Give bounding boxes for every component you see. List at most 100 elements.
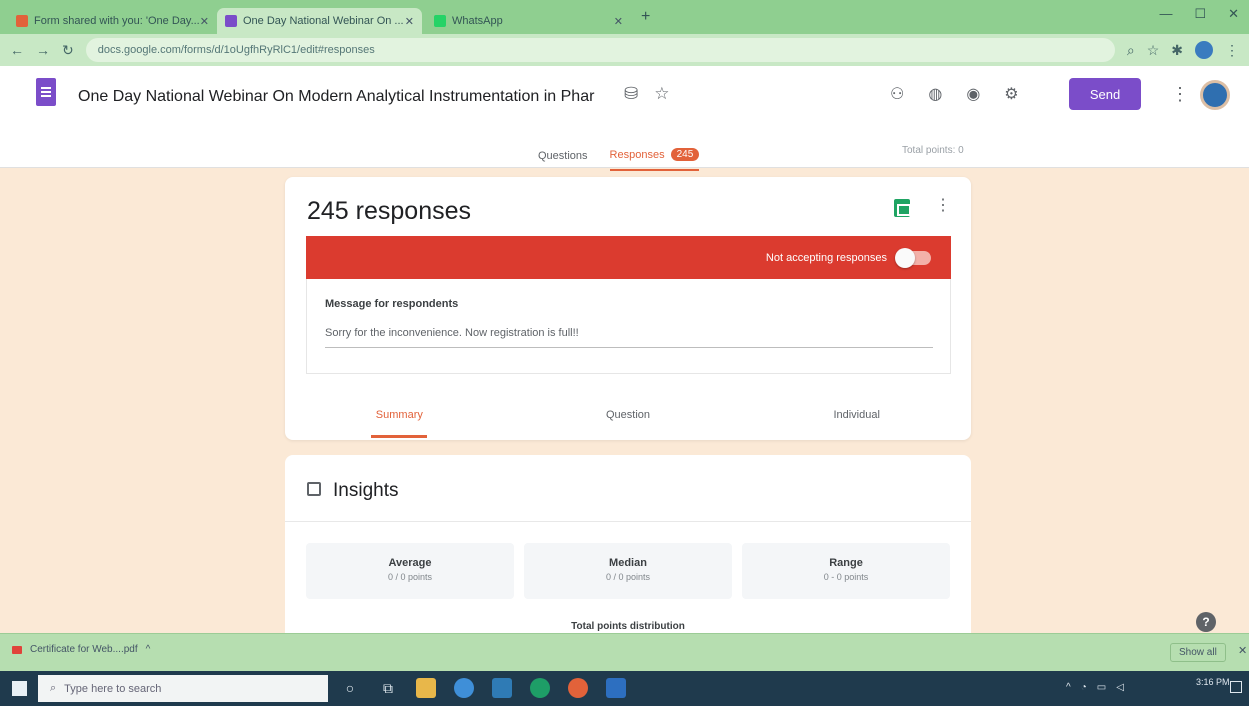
notification-icon[interactable] <box>1230 681 1242 693</box>
stat-value: 0 - 0 points <box>823 572 869 582</box>
message-input[interactable]: Sorry for the inconvenience. Now registr… <box>325 327 933 348</box>
tab-individual[interactable]: Individual <box>742 409 971 438</box>
insights-icon <box>307 482 321 496</box>
show-all-button[interactable]: Show all <box>1170 643 1226 662</box>
accepting-responses-toggle[interactable] <box>895 247 931 268</box>
stat-label: Average <box>388 557 432 569</box>
download-bar: Certificate for Web....pdf ^ Show all ✕ <box>0 633 1249 671</box>
browser-menu-icon[interactable]: ⋮ <box>1225 42 1239 59</box>
send-button[interactable]: Send <box>1069 78 1141 110</box>
preview-eye-icon[interactable]: ◉ <box>966 84 980 104</box>
chrome-icon[interactable] <box>530 678 550 698</box>
stat-range: Range 0 - 0 points <box>742 543 950 599</box>
tab-close-icon[interactable]: ✕ <box>614 15 623 28</box>
tab-favicon-icon <box>434 15 446 27</box>
browser-tab-bar: Form shared with you: 'One Day... ✕ One … <box>0 0 1249 34</box>
tab-close-icon[interactable]: ✕ <box>405 15 414 28</box>
insights-card: Insights Average 0 / 0 points Median 0 /… <box>285 455 971 645</box>
message-label: Message for respondents <box>325 298 459 310</box>
cortana-icon[interactable]: ○ <box>340 678 360 698</box>
new-tab-button[interactable]: + <box>641 8 650 26</box>
search-placeholder: Type here to search <box>64 682 162 695</box>
divider <box>285 521 971 522</box>
tab-responses-label: Responses <box>609 148 665 161</box>
tab-title: WhatsApp <box>452 15 503 27</box>
tab-favicon-icon <box>16 15 28 27</box>
close-window-icon[interactable]: ✕ <box>1228 6 1239 22</box>
tab-responses[interactable]: Responses 245 <box>609 148 700 171</box>
browser-tab[interactable]: WhatsApp ✕ <box>426 8 631 34</box>
stat-value: 0 / 0 points <box>605 572 651 582</box>
responses-card: 245 responses ⋮ Not accepting responses … <box>285 177 971 440</box>
window-controls: — ☐ ✕ <box>1159 6 1239 22</box>
network-icon[interactable]: ◔ <box>1081 682 1087 693</box>
minimize-icon[interactable]: — <box>1159 6 1172 22</box>
search-icon: ⌕ <box>50 682 57 694</box>
stat-average: Average 0 / 0 points <box>306 543 514 599</box>
avatar[interactable] <box>1200 80 1230 110</box>
file-explorer-icon[interactable] <box>416 678 436 698</box>
more-options-icon[interactable]: ⋮ <box>1171 84 1189 105</box>
star-icon[interactable]: ☆ <box>654 84 669 104</box>
download-filename: Certificate for Web....pdf <box>30 644 138 655</box>
total-points: Total points: 0 <box>902 145 964 156</box>
message-box: Message for respondents Sorry for the in… <box>306 279 951 374</box>
insights-title: Insights <box>333 480 399 501</box>
volume-icon[interactable]: ◁ <box>1116 682 1124 693</box>
word-icon[interactable] <box>606 678 626 698</box>
taskbar-search[interactable]: ⌕ Type here to search <box>38 675 328 702</box>
palette-icon[interactable]: ◍ <box>928 84 942 104</box>
form-nav-tabs: Questions Responses 245 <box>538 138 700 171</box>
tray-chevron-icon[interactable]: ^ <box>1066 682 1071 693</box>
maximize-icon[interactable]: ☐ <box>1194 6 1206 22</box>
tab-questions[interactable]: Questions <box>538 150 588 170</box>
windows-start-icon[interactable] <box>12 681 27 696</box>
address-bar-actions: ⌕ ☆ ✱ ⋮ <box>1127 41 1239 59</box>
extensions-icon[interactable]: ✱ <box>1171 42 1183 59</box>
form-title[interactable]: One Day National Webinar On Modern Analy… <box>78 88 594 106</box>
move-to-folder-icon[interactable]: ⛁ <box>624 84 638 104</box>
not-accepting-label: Not accepting responses <box>765 251 887 264</box>
url-text: docs.google.com/forms/d/1oUgfhRyRlC1/edi… <box>97 44 375 56</box>
reload-icon[interactable]: ↻ <box>62 42 74 59</box>
app-icon[interactable] <box>568 678 588 698</box>
tab-title: Form shared with you: 'One Day... <box>34 15 200 27</box>
help-icon[interactable]: ? <box>1196 612 1216 632</box>
create-spreadsheet-icon[interactable] <box>894 199 911 217</box>
stat-label: Median <box>609 557 647 569</box>
response-view-tabs: Summary Question Individual <box>285 409 971 438</box>
title-icons: ⛁ ☆ <box>624 84 670 104</box>
task-view-icon[interactable]: ⧉ <box>378 678 398 698</box>
responses-count-heading: 245 responses <box>307 197 472 225</box>
tab-question[interactable]: Question <box>514 409 743 438</box>
profile-icon[interactable] <box>1195 41 1213 59</box>
close-download-bar-icon[interactable]: ✕ <box>1238 644 1247 657</box>
taskbar-clock[interactable]: 3:16 PM <box>1196 676 1230 688</box>
responses-more-icon[interactable]: ⋮ <box>935 195 951 215</box>
edge-icon[interactable] <box>454 678 474 698</box>
zoom-icon[interactable]: ⌕ <box>1127 42 1135 59</box>
battery-icon[interactable]: ▭ <box>1097 682 1106 693</box>
back-icon[interactable]: ← <box>10 42 24 58</box>
windows-taskbar: ⌕ Type here to search ○ ⧉ ^ ◔ ▭ ◁ 3:16 P… <box>0 671 1249 706</box>
chevron-up-icon[interactable]: ^ <box>146 644 151 655</box>
google-forms-icon[interactable] <box>36 78 56 106</box>
browser-tab-active[interactable]: One Day National Webinar On ... ✕ <box>217 8 422 34</box>
tab-close-icon[interactable]: ✕ <box>200 15 209 28</box>
stat-value: 0 / 0 points <box>387 572 433 582</box>
tab-title: One Day National Webinar On ... <box>243 15 404 27</box>
download-item[interactable]: Certificate for Web....pdf ^ <box>12 644 150 655</box>
addons-icon[interactable]: ⚇ <box>890 84 904 104</box>
browser-tab[interactable]: Form shared with you: 'One Day... ✕ <box>8 8 213 34</box>
stat-label: Range <box>829 557 863 569</box>
taskbar-apps: ○ ⧉ <box>340 678 626 698</box>
forward-icon[interactable]: → <box>36 42 50 58</box>
distribution-title: Total points distribution <box>571 621 685 632</box>
store-icon[interactable] <box>492 678 512 698</box>
tab-summary[interactable]: Summary <box>285 409 514 438</box>
url-field[interactable]: docs.google.com/forms/d/1oUgfhRyRlC1/edi… <box>85 38 1115 62</box>
forms-header: One Day National Webinar On Modern Analy… <box>0 66 1249 171</box>
settings-gear-icon[interactable]: ⚙ <box>1004 84 1018 104</box>
system-tray: ^ ◔ ▭ ◁ <box>1066 682 1124 693</box>
bookmark-star-icon[interactable]: ☆ <box>1147 42 1160 59</box>
